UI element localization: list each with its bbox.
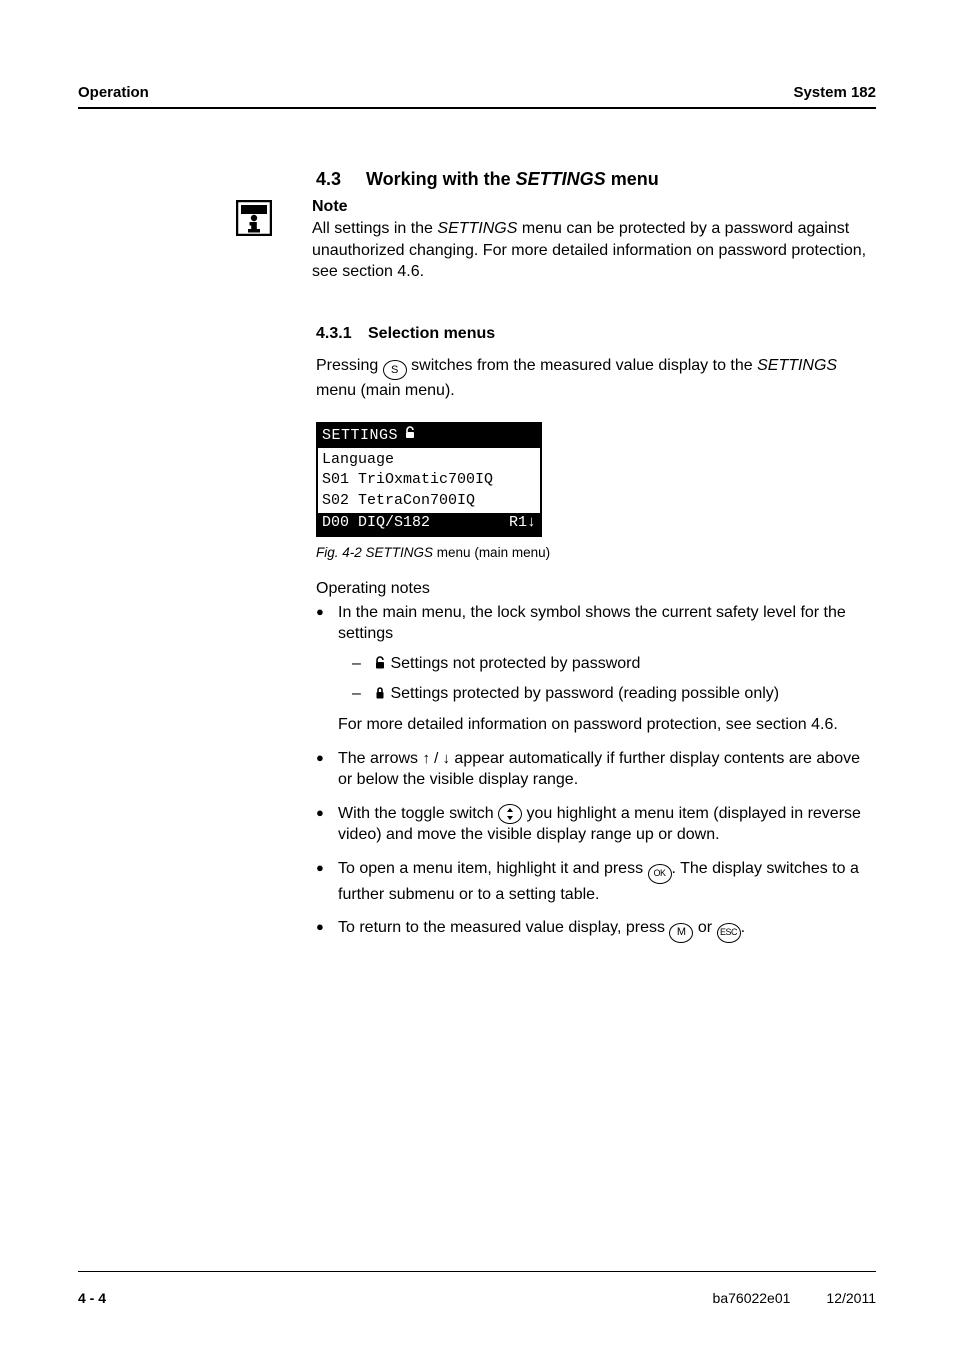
list-item: The arrows ↑ / ↓ appear automatically if… [316, 748, 876, 791]
press-paragraph: Pressing S switches from the measured va… [316, 355, 876, 402]
list-item: In the main menu, the lock symbol shows … [316, 602, 876, 736]
lcd-sel-left: D00 DIQ/S182 [322, 513, 430, 533]
info-icon [236, 200, 272, 241]
lcd-sel-right: R1↓ [509, 513, 536, 533]
operating-notes-label: Operating notes [316, 578, 876, 600]
lcd-body: Language S01 TriOxmatic700IQ S02 TetraCo… [318, 448, 540, 513]
lcd-row-3: S02 TetraCon700IQ [322, 491, 536, 511]
lcd-row-2: S01 TriOxmatic700IQ [322, 470, 536, 490]
s-key-icon: S [383, 360, 407, 380]
note-text: Note All settings in the SETTINGS menu c… [312, 198, 876, 285]
lcd-selected-row: D00 DIQ/S182 R1↓ [318, 513, 540, 535]
main-content: 4.3 Working with the SETTINGS menu Note [316, 169, 876, 943]
lcd-title-text: SETTINGS [322, 426, 398, 446]
doc-id: ba76022e01 [713, 1290, 791, 1306]
header-left: Operation [78, 84, 149, 101]
section-number: 4.3 [316, 169, 366, 190]
subsection-number: 4.3.1 [316, 325, 368, 343]
list-item: To open a menu item, highlight it and pr… [316, 858, 876, 905]
ok-key-icon: OK [648, 864, 672, 884]
lcd-row-1: Language [322, 450, 536, 470]
note-label: Note [312, 198, 876, 216]
section-title: Working with the SETTINGS menu [366, 169, 659, 190]
esc-key-icon: ESC [717, 923, 741, 943]
up-down-arrows-icon: ↑ / ↓ [422, 750, 450, 767]
lock-open-icon [404, 426, 416, 446]
list-item: With the toggle switch you highlight a m… [316, 803, 876, 846]
subsection-heading: 4.3.1 Selection menus [316, 325, 876, 343]
sublist: Settings not protected by password Setti… [352, 653, 876, 706]
section-heading: 4.3 Working with the SETTINGS menu [316, 169, 876, 190]
doc-date: 12/2011 [826, 1290, 876, 1306]
lock-open-icon [374, 655, 386, 677]
note-block: Note All settings in the SETTINGS menu c… [236, 198, 876, 285]
note-body: All settings in the SETTINGS menu can be… [312, 218, 876, 283]
list-item: Settings protected by password (reading … [352, 683, 876, 707]
list-item: Settings not protected by password [352, 653, 876, 677]
lcd-title-bar: SETTINGS [318, 424, 540, 448]
bullet-list: In the main menu, the lock symbol shows … [316, 602, 876, 943]
list-item: To return to the measured value display,… [316, 917, 876, 943]
sub-paragraph: For more detailed information on passwor… [338, 714, 876, 736]
toggle-switch-icon [498, 804, 522, 824]
header-right: System 182 [793, 84, 876, 101]
figure-caption: Fig. 4-2 SETTINGS menu (main menu) [316, 545, 876, 560]
subsection-title: Selection menus [368, 325, 495, 343]
lock-closed-icon [374, 685, 386, 707]
page-footer: 4 - 4 ba76022e01 12/2011 [78, 1271, 876, 1306]
m-key-icon: M [669, 923, 693, 943]
page-number: 4 - 4 [78, 1290, 106, 1306]
lcd-display: SETTINGS Language S01 TriOxmatic700IQ S0… [316, 422, 542, 537]
page-header: Operation System 182 [78, 84, 876, 109]
